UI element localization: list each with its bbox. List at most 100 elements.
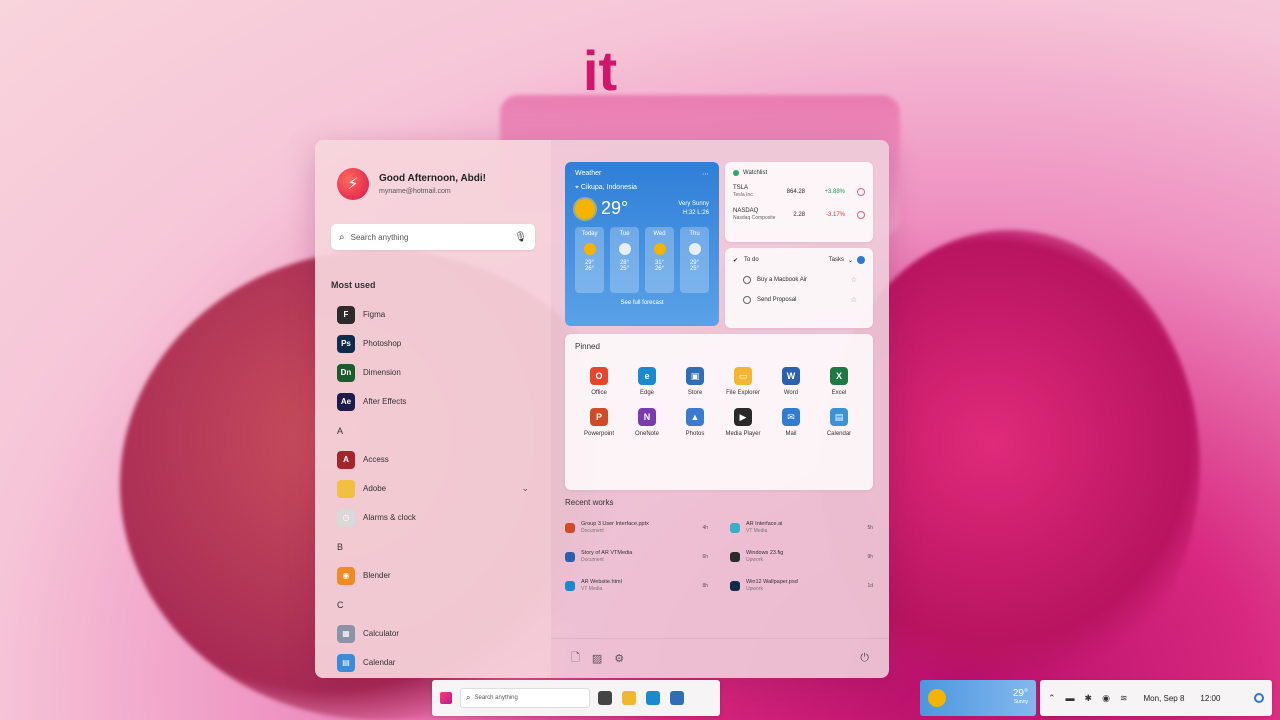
list-selector[interactable]: Tasks [829,257,844,263]
task-view-icon[interactable] [598,691,612,705]
forecast-low: 26° [584,266,595,272]
check-icon: ✔ [733,257,739,264]
wifi-icon[interactable]: ≋ [1120,693,1128,704]
recent-item-time: 8h [702,583,708,589]
stock-name: NASDAQ Nasdaq Composite [733,208,779,222]
todo-task[interactable]: Buy a Macbook Air ☆ [733,276,865,284]
remove-icon[interactable] [857,211,865,219]
recent-item-text: AR Website.html VT Media [581,579,696,593]
power-icon[interactable]: ⏻ [860,652,869,665]
app-label: Calculator [363,629,400,638]
document-icon[interactable]: 🗋 [571,649,580,668]
forecast-day: Wed 31° 26° [645,227,674,293]
pinned-app-label: Media Player [725,431,761,437]
bluetooth-icon[interactable]: ✱ [1085,693,1093,704]
stocks-icon [733,170,739,176]
stocks-widget[interactable]: Watchlist TSLA Tesla Inc 864.28 +3.88% NASDA… [725,162,873,242]
star-icon[interactable]: ☆ [851,296,857,304]
start-button[interactable] [440,692,452,704]
stock-row[interactable]: NASDAQ Nasdaq Composite 2.28 -3.17% [733,208,865,222]
chevron-down-icon[interactable]: ⌄ [521,483,529,494]
app-item-adobe[interactable]: Adobe ⌄ [331,474,535,503]
app-item-photoshop[interactable]: Ps Photoshop [331,329,535,358]
pinned-app-mail[interactable]: ✉ Mail [767,408,815,437]
recent-item[interactable]: Story of AR VTMedia Document 6h [565,550,708,564]
start-search-box[interactable]: ⌕ Search anything 🎙 [331,224,535,250]
edge-icon[interactable] [646,691,660,705]
stock-row[interactable]: TSLA Tesla Inc 864.28 +3.88% [733,185,865,199]
weather-condition: Very Sunny [678,200,709,207]
recent-item-text: Windows 23.fig Upwork [746,550,861,564]
more-options-icon[interactable]: ⋯ [702,170,709,178]
recent-item[interactable]: Group 3 User Interface.pptx Document 4h [565,521,708,535]
app-item-figma[interactable]: F Figma [331,300,535,329]
store-icon: ▣ [686,367,704,385]
onenote-icon: N [638,408,656,426]
folder-icon[interactable] [622,691,636,705]
app-item-calendar[interactable]: ▤ Calendar [331,648,535,677]
todo-task[interactable]: Send Proposal ☆ [733,296,865,304]
pinned-app-file-explorer[interactable]: ▭ File Explorer [719,367,767,396]
chevron-up-icon[interactable]: ⌃ [1048,693,1056,704]
pinned-app-label: Office [591,390,607,396]
battery-icon[interactable]: ▬ [1066,693,1075,703]
recent-item[interactable]: Win12 Wallpaper.psd Upwork 1d [730,579,873,593]
eye-icon[interactable]: ◉ [1102,693,1110,704]
chevron-down-icon[interactable]: ⌄ [848,257,853,264]
recent-item[interactable]: AR Interface.ai VT Media 5h [730,521,873,535]
app-item-access[interactable]: A Access [331,445,535,474]
after-effects-icon: Ae [337,392,355,411]
add-task-icon[interactable] [857,256,865,264]
gear-icon[interactable]: ⚙ [614,652,624,665]
weather-widget[interactable]: Weather ⋯ ⌖ Cikupa, Indonesia 29° Very S… [565,162,719,326]
recent-item-name: Group 3 User Interface.pptx [581,521,649,527]
recent-item-text: Group 3 User Interface.pptx Document [581,521,696,535]
taskbar-weather-condition: Sunny [1013,699,1028,705]
checkbox-icon[interactable] [743,276,751,284]
store-icon[interactable] [670,691,684,705]
image-icon[interactable]: ▨ [592,652,602,665]
pinned-app-store[interactable]: ▣ Store [671,367,719,396]
search-placeholder: Search anything [350,232,409,242]
recent-item[interactable]: AR Website.html VT Media 8h [565,579,708,593]
tray-date[interactable]: Mon, Sep 8 [1144,694,1185,703]
see-full-forecast-link[interactable]: See full forecast [575,300,709,306]
sun-icon [575,198,595,219]
recent-works-section: Recent works Group 3 User Interface.pptx… [565,498,873,593]
edge-icon: e [638,367,656,385]
figma-icon: F [337,305,355,324]
app-label: Adobe [363,484,387,493]
pinned-app-word[interactable]: W Word [767,367,815,396]
taskbar-search[interactable]: ⌕ Search anything [460,688,590,708]
star-icon[interactable]: ☆ [851,276,857,284]
app-item-after-effects[interactable]: Ae After Effects [331,387,535,416]
taskbar-center: ⌕ Search anything [432,680,720,716]
letter-header-c[interactable]: C [331,590,535,619]
letter-header-b[interactable]: B [331,532,535,561]
folder-icon [337,479,355,498]
pinned-app-powerpoint[interactable]: P Powerpoint [575,408,623,437]
app-item-alarms-clock[interactable]: ◷ Alarms & clock [331,503,535,532]
pinned-app-excel[interactable]: X Excel [815,367,863,396]
pinned-app-media-player[interactable]: ▶ Media Player [719,408,767,437]
letter-header-a[interactable]: A [331,416,535,445]
notification-icon[interactable] [1254,693,1264,703]
app-item-calculator[interactable]: ▦ Calculator [331,619,535,648]
most-used-list: F Figma Ps Photoshop Dn Dimension Ae After Effe… [331,300,535,416]
pinned-app-office[interactable]: O Office [575,367,623,396]
pinned-app-photos[interactable]: ▲ Photos [671,408,719,437]
pinned-app-calendar[interactable]: ▤ Calendar [815,408,863,437]
taskbar-weather[interactable]: 29° Sunny [920,680,1036,716]
pinned-app-edge[interactable]: e Edge [623,367,671,396]
pinned-app-onenote[interactable]: N OneNote [623,408,671,437]
recent-item[interactable]: Windows 23.fig Upwork 9h [730,550,873,564]
weather-location: Cikupa, Indonesia [580,184,637,191]
remove-icon[interactable] [857,188,865,196]
checkbox-icon[interactable] [743,296,751,304]
app-item-dimension[interactable]: Dn Dimension [331,358,535,387]
todo-widget[interactable]: ✔ To do Tasks ⌄ Buy a Macbook Air ☆ Send P… [725,248,873,328]
app-item-blender[interactable]: ◉ Blender [331,561,535,590]
tray-time[interactable]: 12:00 [1200,694,1220,703]
user-profile[interactable]: ⚡ Good Afternoon, Abdi! myname@hotmail.c… [337,168,535,200]
microphone-icon[interactable]: 🎙 [514,232,527,243]
